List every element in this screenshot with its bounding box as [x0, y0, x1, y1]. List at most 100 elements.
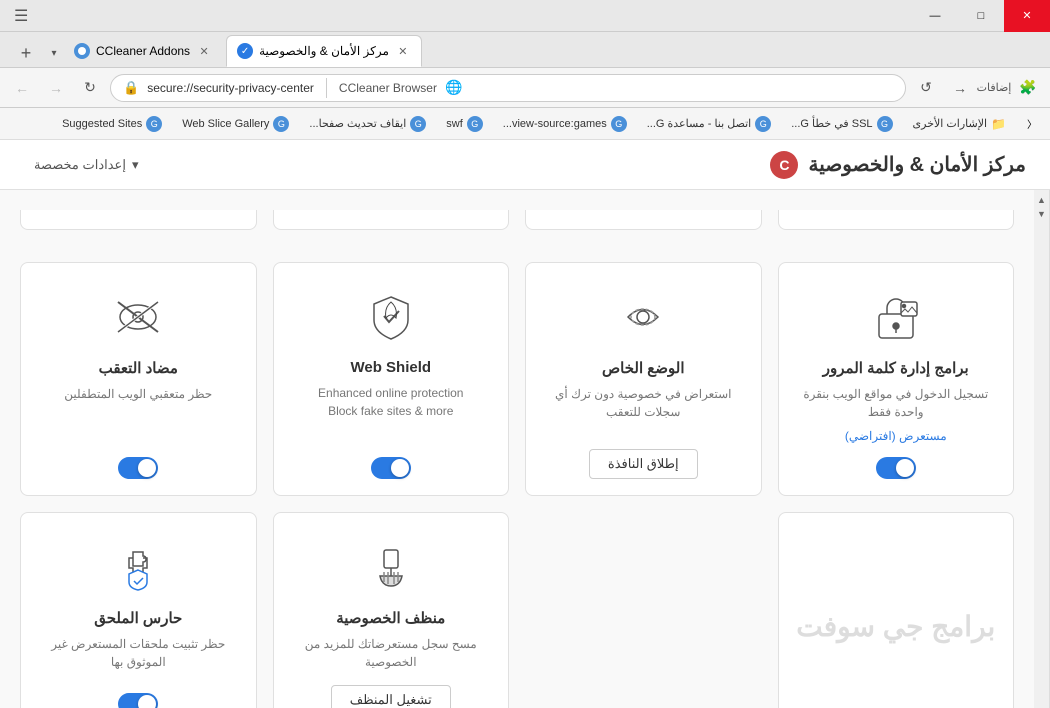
tab-bar: + ▾ CCleaner Addons ✕ ✓ مركز الأمان & وا… [0, 32, 1050, 68]
tab-security-privacy[interactable]: ✓ مركز الأمان & والخصوصية ✕ [226, 35, 422, 67]
addon-guard-icon [108, 537, 168, 597]
card-watermark: برامج جي سوفت [778, 512, 1015, 708]
main-content: ▲ ▼ [0, 190, 1050, 708]
bottom-row: برامج جي سوفت [20, 512, 1014, 708]
page-header: مركز الأمان & والخصوصية C ▾ إعدادات مخصص… [0, 140, 1050, 190]
password-manager-icon [866, 287, 926, 347]
private-mode-title: الوضع الخاص [602, 359, 685, 377]
web-shield-title: Web Shield [350, 359, 431, 376]
security-tab-label: مركز الأمان & والخصوصية [259, 44, 389, 58]
watermark-text: برامج جي سوفت [796, 537, 995, 708]
anti-tracking-title: مضاد التعقب [99, 359, 178, 377]
password-manager-footer [876, 457, 916, 479]
privacy-cleaner-icon [361, 537, 421, 597]
card-web-shield: Web Shield Enhanced online protection Bl… [273, 262, 510, 496]
globe-icon-3: G [611, 116, 627, 132]
swf-label: swf [446, 118, 463, 130]
globe-icon-2: G [755, 116, 771, 132]
back-button[interactable]: ← [8, 74, 36, 102]
web-shield-toggle[interactable] [371, 457, 411, 479]
password-manager-toggle[interactable] [876, 457, 916, 479]
bookmarks-arrow[interactable]: 〈 [1022, 114, 1042, 134]
addon-guard-toggle[interactable] [118, 693, 158, 708]
ccleaner-tab-label: CCleaner Addons [96, 44, 190, 58]
view-source-label: view-source:games... [503, 118, 607, 130]
maximize-button[interactable]: □ [958, 0, 1004, 32]
window-controls: — □ ✕ [912, 0, 1050, 32]
addon-guard-title: حارس الملحق [94, 609, 182, 627]
top-partial-2 [525, 210, 762, 230]
page-title-text: مركز الأمان & والخصوصية [808, 152, 1026, 177]
content-area: برامج إدارة كلمة المرور تسجيل الدخول في … [0, 190, 1034, 708]
address-input[interactable]: 🔒 secure://security-privacy-center CClea… [110, 74, 906, 102]
browser-icon: 🌐 [445, 79, 462, 96]
forward-button[interactable]: → [42, 74, 70, 102]
private-mode-icon [613, 287, 673, 347]
privacy-cleaner-desc: مسح سجل مستعرضاتك للمزيد من الخصوصية [290, 635, 493, 671]
bookmark-stop-update[interactable]: G ايقاف تحديث صفحا... [301, 114, 434, 134]
suggested-sites-label: Suggested Sites [62, 118, 142, 130]
bookmark-swf[interactable]: G swf [438, 114, 491, 134]
security-tab-check-icon: ✓ [237, 43, 253, 59]
anti-tracking-toggle[interactable] [118, 457, 158, 479]
tab-ccleaner-addons[interactable]: CCleaner Addons ✕ [64, 35, 222, 67]
card-private-mode: الوضع الخاص استعراض في خصوصية دون ترك أي… [525, 262, 762, 496]
anti-tracking-desc: حظر متعقبي الويب المتطفلين [64, 385, 212, 443]
bookmark-other-bookmarks[interactable]: 📁 الإشارات الأخرى [905, 115, 1014, 133]
password-manager-link[interactable]: مستعرض (افتراضي) [845, 429, 947, 443]
password-manager-desc: تسجيل الدخول في مواقع الويب بنقرة واحدة … [795, 385, 998, 421]
bookmark-contact[interactable]: G اتصل بنا - مساعدة G... [639, 114, 780, 134]
globe-icon-5: G [410, 116, 426, 132]
ssl-error-label: SSL في خطأ G... [791, 117, 872, 130]
run-cleaner-button[interactable]: تشغيل المنظف [331, 685, 451, 708]
bookmark-ssl-error[interactable]: G SSL في خطأ G... [783, 114, 900, 134]
bookmark-web-slice-gallery[interactable]: G Web Slice Gallery [174, 114, 297, 134]
card-anti-tracking: مضاد التعقب حظر متعقبي الويب المتطفلين [20, 262, 257, 496]
next-button[interactable]: → [946, 74, 974, 102]
address-separator [326, 78, 327, 98]
custom-settings-button[interactable]: ▾ إعدادات مخصصة [24, 153, 148, 177]
close-button[interactable]: ✕ [1004, 0, 1050, 32]
cards-grid: برامج إدارة كلمة المرور تسجيل الدخول في … [20, 262, 1014, 496]
bookmark-suggested-sites[interactable]: G Suggested Sites [54, 114, 170, 134]
security-tab-close[interactable]: ✕ [395, 43, 411, 59]
card-privacy-cleaner: منظف الخصوصية مسح سجل مستعرضاتك للمزيد م… [273, 512, 510, 708]
page-title: مركز الأمان & والخصوصية C [770, 151, 1026, 179]
scroll-sidebar: ▲ ▼ [1034, 190, 1050, 708]
bookmarks-bar: 〈 📁 الإشارات الأخرى G SSL في خطأ G... G … [0, 108, 1050, 140]
private-mode-footer: إطلاق النافذة [589, 449, 698, 479]
web-shield-desc: Enhanced online protection Block fake si… [318, 384, 463, 443]
private-mode-desc: استعراض في خصوصية دون ترك أي سجلات للتعق… [542, 385, 745, 435]
launch-window-button[interactable]: إطلاق النافذة [589, 449, 698, 479]
globe-icon-4: G [467, 116, 483, 132]
anti-tracking-footer [118, 457, 158, 479]
extensions-button[interactable]: إضافات [980, 74, 1008, 102]
address-brand: CCleaner Browser [339, 81, 437, 95]
top-partial-1 [778, 210, 1015, 230]
page-logo: C [770, 151, 798, 179]
addon-guard-desc: حظر تثبيت ملحقات المستعرض غير الموثوق به… [37, 635, 240, 679]
globe-icon-6: G [273, 116, 289, 132]
puzzle-icon[interactable]: 🧩 [1014, 74, 1042, 102]
reload-button[interactable]: ↻ [76, 74, 104, 102]
tab-chevron[interactable]: ▾ [44, 39, 64, 67]
scroll-down-arrow[interactable]: ▼ [1036, 208, 1048, 220]
web-shield-footer [371, 457, 411, 479]
anti-tracking-icon [108, 287, 168, 347]
privacy-cleaner-footer: تشغيل المنظف [331, 685, 451, 708]
refresh-button[interactable]: ↺ [912, 74, 940, 102]
new-tab-button[interactable]: + [12, 39, 40, 67]
minimize-button[interactable]: — [912, 0, 958, 32]
scroll-up-arrow[interactable]: ▲ [1036, 194, 1048, 206]
top-partial-3 [273, 210, 510, 230]
web-shield-icon [361, 287, 421, 347]
settings-label: إعدادات مخصصة [34, 157, 126, 173]
addon-guard-footer [118, 693, 158, 708]
card-placeholder [525, 512, 762, 708]
contact-label: اتصل بنا - مساعدة G... [647, 117, 752, 130]
ccleaner-tab-close[interactable]: ✕ [196, 43, 212, 59]
hamburger-menu[interactable]: ☰ [8, 6, 34, 26]
privacy-cleaner-title: منظف الخصوصية [336, 609, 445, 627]
lock-icon: 🔒 [123, 80, 139, 96]
bookmark-view-source[interactable]: G view-source:games... [495, 114, 635, 134]
